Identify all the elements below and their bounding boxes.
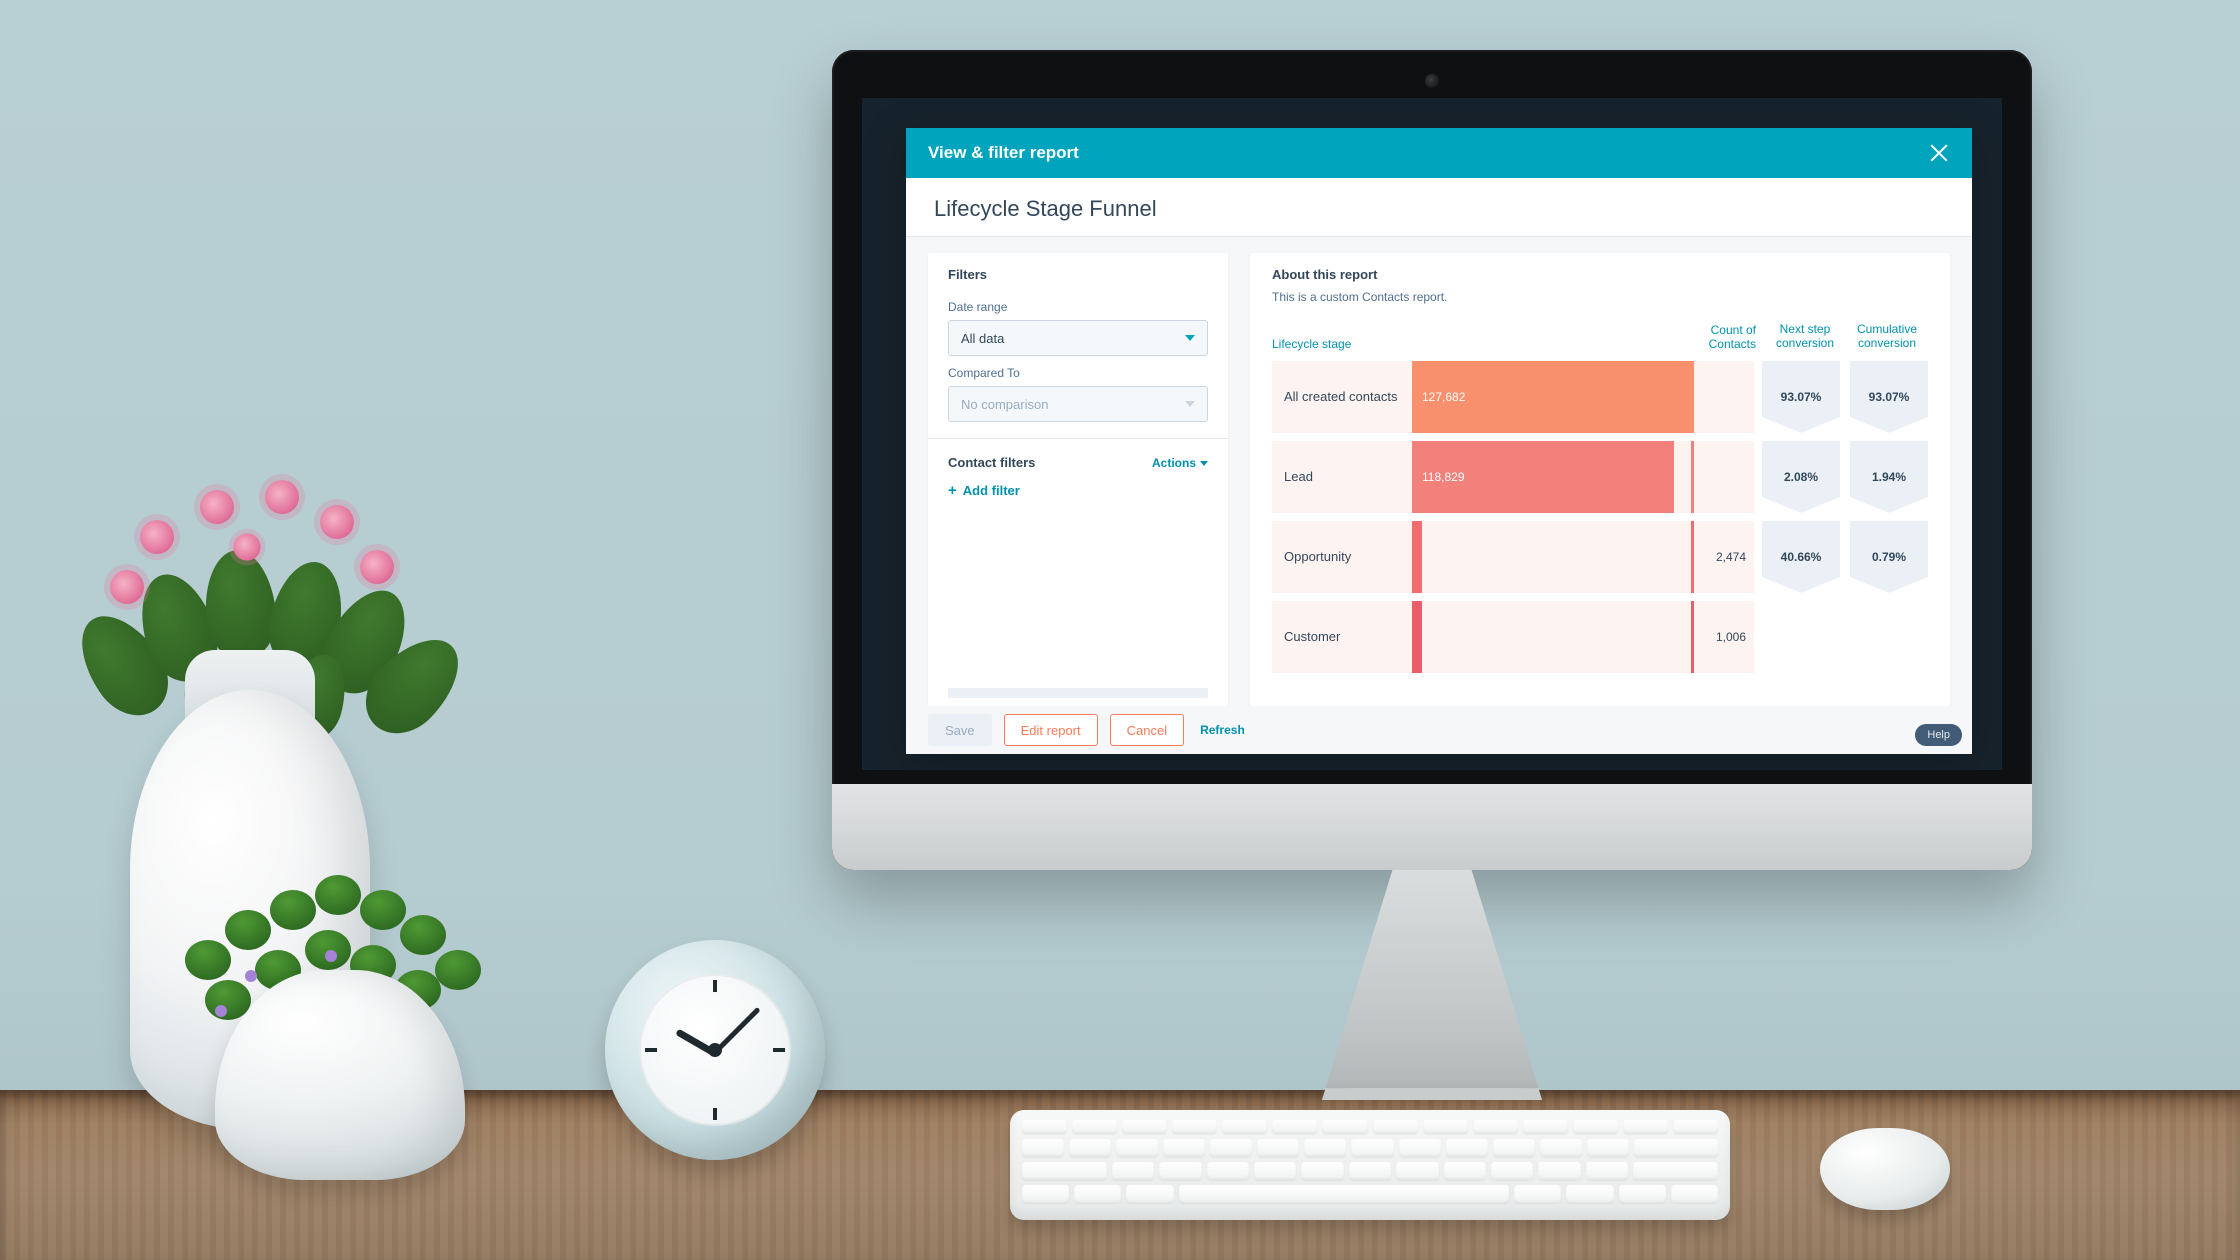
about-title: About this report xyxy=(1272,267,1928,282)
funnel-stage-label: Customer xyxy=(1272,601,1412,673)
filters-title: Filters xyxy=(948,267,1208,282)
funnel-count: 127,682 xyxy=(1412,361,1694,433)
date-range-value: All data xyxy=(961,331,1004,346)
contact-filters-title: Contact filters xyxy=(948,455,1035,470)
funnel-count: 2,474 xyxy=(1694,521,1754,593)
funnel-count xyxy=(1694,361,1754,433)
date-range-select[interactable]: All data xyxy=(948,320,1208,356)
desk-clock xyxy=(605,940,825,1160)
funnel-row: Lead118,829 2.08%1.94% xyxy=(1272,441,1928,513)
col-count: Count of Contacts xyxy=(1704,323,1764,351)
save-button: Save xyxy=(928,714,992,746)
filters-panel: Filters Date range All data Compared To … xyxy=(928,253,1228,706)
chevron-down-icon xyxy=(1200,461,1208,466)
funnel-row: Opportunity 2,47440.66%0.79% xyxy=(1272,521,1928,593)
page-title: Lifecycle Stage Funnel xyxy=(906,178,1972,237)
funnel-stage-label: Lead xyxy=(1272,441,1412,513)
compared-to-value: No comparison xyxy=(961,397,1048,412)
funnel-bar: 127,682 xyxy=(1412,361,1694,433)
funnel-header: Lifecycle stage Count of Contacts Next s… xyxy=(1272,322,1928,351)
actions-dropdown[interactable]: Actions xyxy=(1152,456,1208,470)
compared-to-label: Compared To xyxy=(948,366,1208,380)
scene: View & filter report Lifecycle Stage Fun… xyxy=(0,0,2240,1260)
chevron-down-icon xyxy=(1185,401,1195,407)
compared-to-select[interactable]: No comparison xyxy=(948,386,1208,422)
help-button[interactable]: Help xyxy=(1915,724,1962,746)
funnel-count: 1,006 xyxy=(1694,601,1754,673)
cancel-button[interactable]: Cancel xyxy=(1110,714,1184,746)
funnel-count: 118,829 xyxy=(1412,441,1674,513)
funnel-row: Customer 1,006 xyxy=(1272,601,1928,673)
refresh-link[interactable]: Refresh xyxy=(1200,723,1245,737)
funnel-count xyxy=(1694,441,1754,513)
mouse xyxy=(1820,1128,1950,1210)
col-stage: Lifecycle stage xyxy=(1272,337,1412,351)
modal-header: View & filter report xyxy=(906,128,1972,178)
cumulative-conversion: 93.07% xyxy=(1850,361,1928,433)
plus-icon: + xyxy=(948,482,957,499)
modal-footer: Save Edit report Cancel Refresh xyxy=(906,706,1972,754)
divider xyxy=(928,438,1228,439)
next-conversion: 2.08% xyxy=(1762,441,1840,513)
cumulative-conversion: 0.79% xyxy=(1850,521,1928,593)
chevron-down-icon xyxy=(1185,335,1195,341)
close-icon[interactable] xyxy=(1928,142,1950,164)
funnel-bar xyxy=(1412,601,1694,673)
add-filter-button[interactable]: + Add filter xyxy=(948,482,1208,499)
funnel-chart: All created contacts127,682 93.07%93.07% L… xyxy=(1272,361,1928,673)
monitor: View & filter report Lifecycle Stage Fun… xyxy=(832,50,2032,870)
col-next: Next step conversion xyxy=(1764,322,1846,351)
edit-report-button[interactable]: Edit report xyxy=(1004,714,1098,746)
panel-scrollbar[interactable] xyxy=(948,688,1208,698)
keyboard xyxy=(1010,1110,1730,1220)
funnel-bar: 118,829 xyxy=(1412,441,1694,513)
funnel-row: All created contacts127,682 93.07%93.07% xyxy=(1272,361,1928,433)
modal-header-title: View & filter report xyxy=(928,143,1079,163)
cumulative-conversion: 1.94% xyxy=(1850,441,1928,513)
report-modal: View & filter report Lifecycle Stage Fun… xyxy=(906,128,1972,754)
next-conversion: 40.66% xyxy=(1762,521,1840,593)
funnel-bar xyxy=(1412,521,1694,593)
short-vase xyxy=(145,820,505,1180)
next-conversion: 93.07% xyxy=(1762,361,1840,433)
camera-icon xyxy=(1425,74,1439,88)
report-panel: About this report This is a custom Conta… xyxy=(1250,253,1950,706)
funnel-stage-label: Opportunity xyxy=(1272,521,1412,593)
date-range-label: Date range xyxy=(948,300,1208,314)
screen: View & filter report Lifecycle Stage Fun… xyxy=(862,98,2002,770)
col-cum: Cumulative conversion xyxy=(1846,322,1928,351)
about-description: This is a custom Contacts report. xyxy=(1272,290,1928,304)
funnel-stage-label: All created contacts xyxy=(1272,361,1412,433)
